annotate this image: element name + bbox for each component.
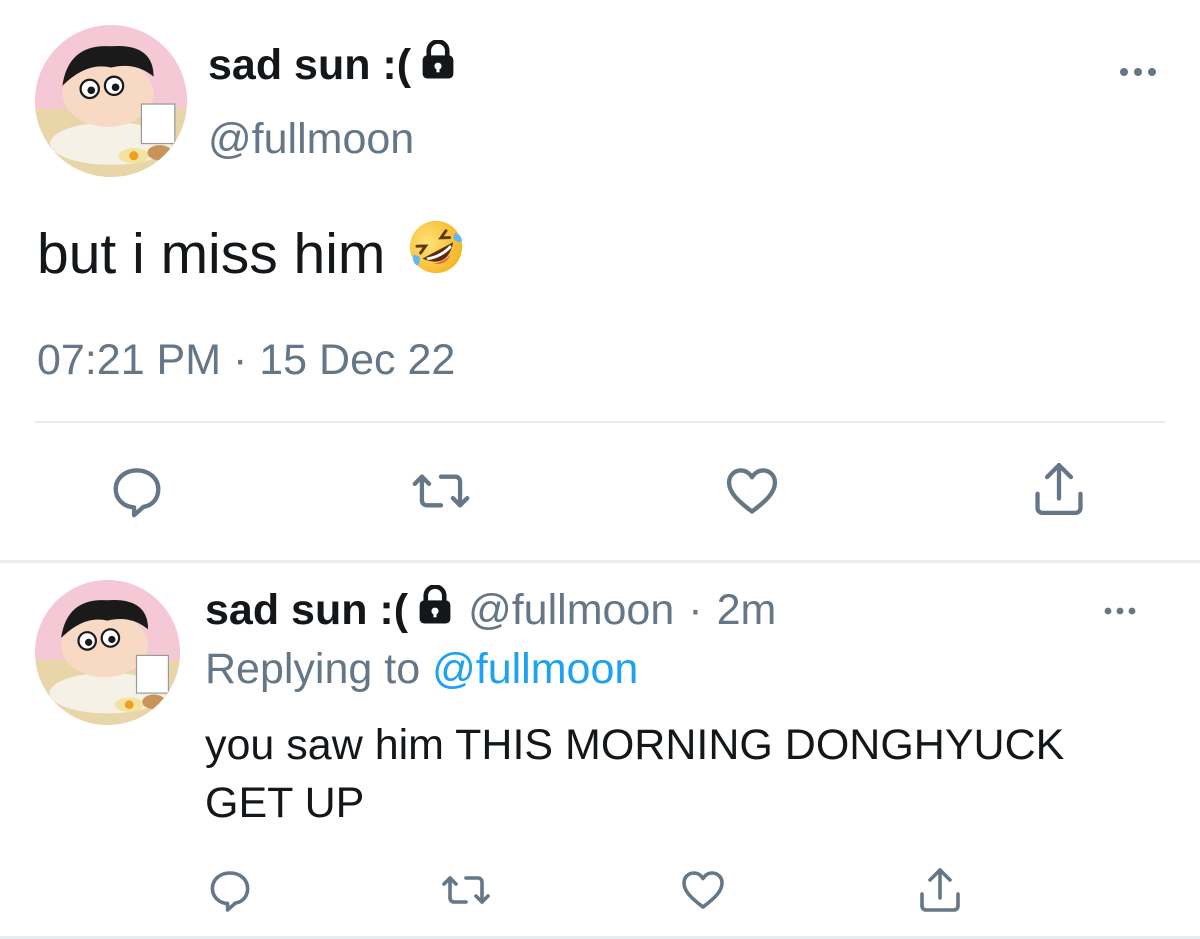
reply-header: sad sun :( @fullmoon · 2m	[205, 584, 777, 636]
more-options-icon[interactable]	[1118, 58, 1158, 79]
avatar[interactable]	[35, 580, 180, 725]
share-icon[interactable]	[916, 864, 964, 916]
display-name-text: sad sun :(	[205, 586, 409, 634]
replying-to-mention[interactable]: @fullmoon	[432, 645, 638, 693]
rolling-laughing-emoji-icon	[407, 218, 465, 290]
avatar[interactable]	[35, 25, 187, 177]
tweet-timestamp[interactable]: 07:21 PM · 15 Dec 22	[37, 336, 455, 385]
avatar-image	[35, 580, 180, 725]
reply-icon[interactable]	[108, 462, 166, 520]
tweet-text: but i miss him	[37, 218, 465, 290]
display-name[interactable]: sad sun :(	[208, 39, 457, 91]
heart-icon[interactable]	[722, 462, 782, 520]
divider	[35, 421, 1165, 423]
lock-icon	[419, 39, 457, 91]
tweet-age[interactable]: 2m	[717, 586, 777, 635]
more-options-icon[interactable]	[1102, 598, 1138, 618]
display-name-text: sad sun :(	[208, 41, 412, 89]
tweet-text: you saw him THIS MORNING DONGHYUCK GET U…	[205, 721, 1065, 827]
lock-icon	[416, 584, 454, 636]
reply-icon[interactable]	[206, 866, 254, 914]
replying-to-label: Replying to	[205, 645, 421, 693]
divider	[0, 560, 1200, 563]
retweet-icon[interactable]	[440, 866, 492, 914]
retweet-icon[interactable]	[410, 462, 472, 520]
handle[interactable]: @fullmoon	[208, 115, 414, 164]
meta-separator: ·	[688, 586, 703, 634]
display-name[interactable]: sad sun :(	[205, 584, 454, 636]
handle[interactable]: @fullmoon	[468, 586, 674, 635]
avatar-image	[35, 25, 187, 177]
tweet-text-content: but i miss him	[37, 222, 386, 286]
share-icon[interactable]	[1030, 458, 1088, 520]
replying-to: Replying to @fullmoon	[205, 645, 638, 694]
heart-icon[interactable]	[678, 866, 728, 914]
